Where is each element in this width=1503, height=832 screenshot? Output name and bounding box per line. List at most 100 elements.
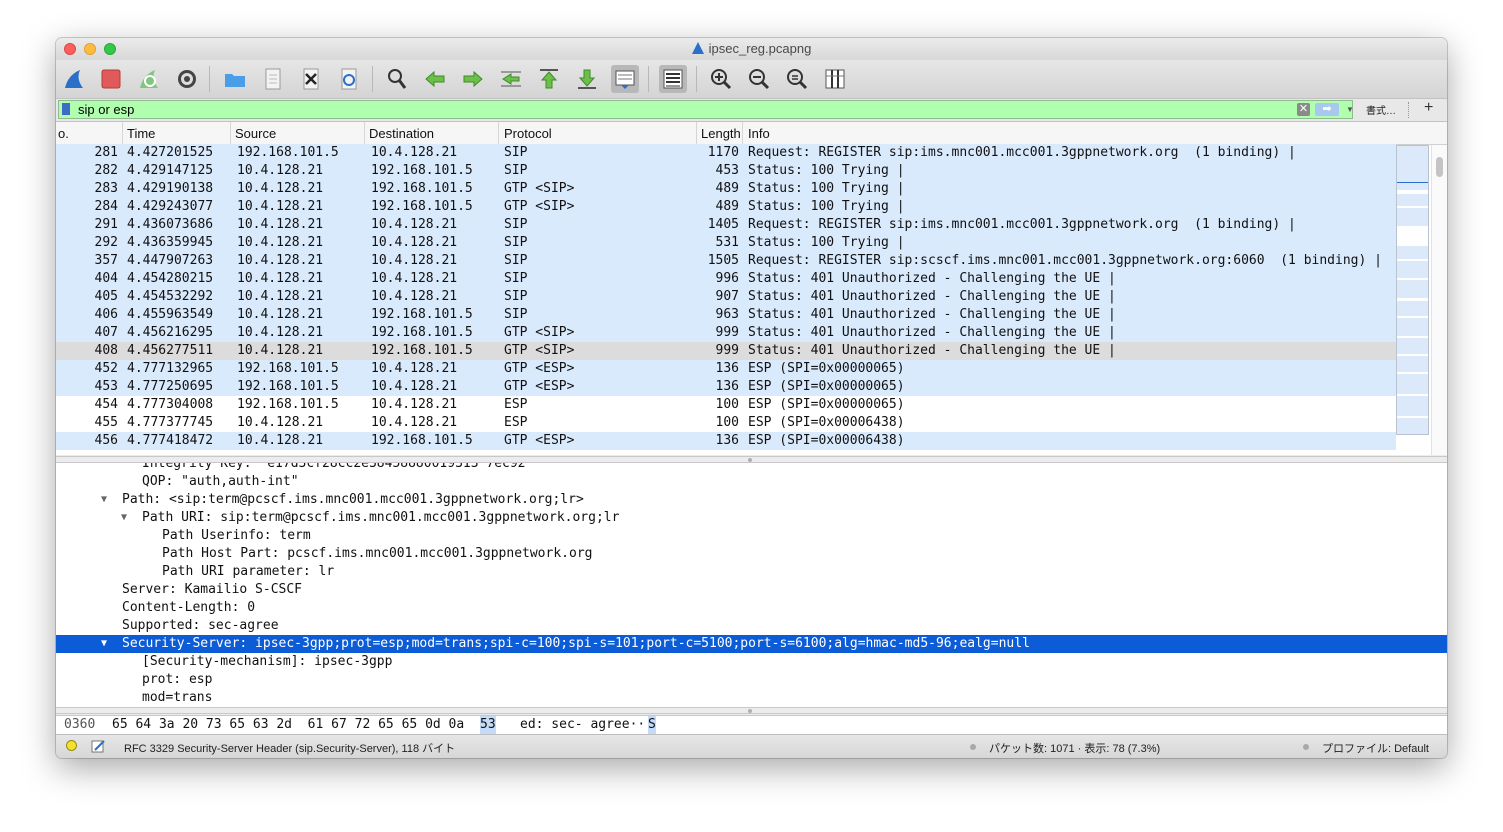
packet-row[interactable]: 357 4.447907263 10.4.128.21 10.4.128.21 SIP 1… xyxy=(56,252,1396,270)
packet-row[interactable]: 292 4.436359945 10.4.128.21 10.4.128.21 SIP 5… xyxy=(56,234,1396,252)
column-divider[interactable] xyxy=(122,122,123,144)
packet-row[interactable]: 454 4.777304008 192.168.101.5 10.4.128.21 ES… xyxy=(56,396,1396,414)
column-header-time[interactable]: Time xyxy=(127,126,155,141)
packet-destination-cell: 192.168.101.5 xyxy=(371,181,473,196)
clear-filter-button[interactable]: ✕ xyxy=(1297,103,1310,116)
packet-row[interactable]: 456 4.777418472 10.4.128.21 192.168.101.5 GT… xyxy=(56,432,1396,450)
detail-tree-row[interactable]: ▼ Security-Server: ipsec-3gpp;prot=esp;mo… xyxy=(56,635,1447,653)
packet-time-cell: 4.429243077 xyxy=(127,199,214,214)
recent-filters-dropdown[interactable]: ▼ xyxy=(1345,103,1355,116)
column-divider[interactable] xyxy=(230,122,231,144)
open-file-button[interactable] xyxy=(221,65,249,93)
column-header-info[interactable]: Info xyxy=(748,126,770,141)
packet-row[interactable]: 284 4.429243077 10.4.128.21 192.168.101.5 GT… xyxy=(56,198,1396,216)
packet-info-cell: ESP (SPI=0x00000065) xyxy=(748,361,905,376)
column-header-protocol[interactable]: Protocol xyxy=(504,126,552,141)
column-divider[interactable] xyxy=(696,122,697,144)
zoom-reset-button[interactable] xyxy=(783,65,811,93)
packet-row[interactable]: 453 4.777250695 192.168.101.5 10.4.128.21 GT… xyxy=(56,378,1396,396)
expert-info-icon[interactable] xyxy=(66,740,77,751)
detail-tree-row[interactable]: Path URI parameter: lr xyxy=(56,563,1447,581)
apply-filter-button[interactable]: ➡ xyxy=(1315,103,1339,116)
start-capture-button[interactable] xyxy=(60,65,88,93)
column-header-length[interactable]: Length xyxy=(701,126,741,141)
display-filter-input[interactable] xyxy=(78,101,1278,118)
column-header-source[interactable]: Source xyxy=(235,126,276,141)
save-file-button[interactable] xyxy=(259,65,287,93)
packet-source-cell: 10.4.128.21 xyxy=(237,289,324,304)
zoom-in-button[interactable] xyxy=(707,65,735,93)
colorize-button[interactable] xyxy=(659,65,687,93)
column-divider[interactable] xyxy=(364,122,365,144)
packet-length-cell: 999 xyxy=(715,343,739,358)
detail-tree-row[interactable]: Supported: sec-agree xyxy=(56,617,1447,635)
packet-list-scrollbar[interactable] xyxy=(1431,145,1447,455)
go-last-button[interactable] xyxy=(573,65,601,93)
packet-row[interactable]: 404 4.454280215 10.4.128.21 10.4.128.21 SIP 9… xyxy=(56,270,1396,288)
edit-comment-icon[interactable] xyxy=(91,739,105,753)
reload-file-button[interactable] xyxy=(335,65,363,93)
resize-columns-button[interactable] xyxy=(821,65,849,93)
column-divider[interactable] xyxy=(742,122,743,144)
disclosure-triangle-icon[interactable]: ▼ xyxy=(101,635,107,653)
packet-row[interactable]: 455 4.777377745 10.4.128.21 10.4.128.21 ESP 1… xyxy=(56,414,1396,432)
bookmark-icon[interactable] xyxy=(62,103,70,115)
go-forward-button[interactable] xyxy=(459,65,487,93)
scrollbar-thumb[interactable] xyxy=(1436,157,1443,177)
close-file-button[interactable] xyxy=(297,65,325,93)
capture-options-button[interactable] xyxy=(173,65,201,93)
packet-time-cell: 4.777377745 xyxy=(127,415,214,430)
pane-splitter[interactable] xyxy=(56,456,1447,463)
detail-tree-row[interactable]: ▼ Path: <sip:term@pcscf.ims.mnc001.mcc001… xyxy=(56,491,1447,509)
packet-row[interactable]: 405 4.454532292 10.4.128.21 10.4.128.21 SIP 9… xyxy=(56,288,1396,306)
detail-tree-row[interactable]: Server: Kamailio S-CSCF xyxy=(56,581,1447,599)
packet-row[interactable]: 281 4.427201525 192.168.101.5 10.4.128.21 SI… xyxy=(56,144,1396,162)
zoom-out-button[interactable] xyxy=(745,65,773,93)
main-toolbar xyxy=(56,60,1447,99)
packet-minimap[interactable] xyxy=(1396,145,1429,435)
pane-splitter[interactable] xyxy=(56,707,1447,714)
detail-tree-row[interactable]: Path Host Part: pcscf.ims.mnc001.mcc001.… xyxy=(56,545,1447,563)
find-packet-button[interactable] xyxy=(383,65,411,93)
go-to-packet-button[interactable] xyxy=(497,65,525,93)
go-back-button[interactable] xyxy=(421,65,449,93)
packet-count-text: パケット数: 1071 · 表示: 78 (7.3%) xyxy=(989,743,1161,755)
detail-tree-row[interactable]: Integrity Key: e17d3cf28cc2e384588800193… xyxy=(56,463,1447,473)
detail-tree-row[interactable]: Content-Length: 0 xyxy=(56,599,1447,617)
detail-tree-row[interactable]: [Security-mechanism]: ipsec-3gpp xyxy=(56,653,1447,671)
disclosure-triangle-icon[interactable]: ▼ xyxy=(121,509,127,527)
column-header-no[interactable]: o. xyxy=(58,126,69,141)
detail-tree-row[interactable]: mod=trans xyxy=(56,689,1447,707)
packet-time-cell: 4.455963549 xyxy=(127,307,214,322)
hex-byte-highlight[interactable]: 53 xyxy=(480,716,496,734)
packet-row[interactable]: 408 4.456277511 10.4.128.21 192.168.101.5 GT… xyxy=(56,342,1396,360)
profile-text[interactable]: プロファイル: Default xyxy=(1322,740,1429,756)
detail-tree-row[interactable]: Path Userinfo: term xyxy=(56,527,1447,545)
packet-row[interactable]: 406 4.455963549 10.4.128.21 192.168.101.5 SI… xyxy=(56,306,1396,324)
auto-scroll-button[interactable] xyxy=(611,65,639,93)
minimap-stripe xyxy=(1397,416,1428,418)
packet-row[interactable]: 452 4.777132965 192.168.101.5 10.4.128.21 GT… xyxy=(56,360,1396,378)
packet-row[interactable]: 283 4.429190138 10.4.128.21 192.168.101.5 GT… xyxy=(56,180,1396,198)
hex-ascii-highlight[interactable]: S xyxy=(648,716,656,734)
packet-protocol-cell: GTP <ESP> xyxy=(504,433,575,448)
detail-tree-row[interactable]: prot: esp xyxy=(56,671,1447,689)
restart-capture-button[interactable] xyxy=(135,65,163,93)
stop-capture-button[interactable] xyxy=(97,65,125,93)
hex-bytes[interactable]: 65 64 3a 20 73 65 63 2d 61 67 72 65 65 0… xyxy=(112,716,464,734)
packet-row[interactable]: 407 4.456216295 10.4.128.21 192.168.101.5 GT… xyxy=(56,324,1396,342)
column-header-destination[interactable]: Destination xyxy=(369,126,434,141)
detail-tree-row[interactable]: QOP: "auth,auth-int" xyxy=(56,473,1447,491)
packet-row[interactable]: 282 4.429147125 10.4.128.21 192.168.101.5 SI… xyxy=(56,162,1396,180)
disclosure-triangle-icon[interactable]: ▼ xyxy=(101,491,107,509)
detail-tree-row[interactable]: ▼ Path URI: sip:term@pcscf.ims.mnc001.mcc… xyxy=(56,509,1447,527)
add-filter-button[interactable]: + xyxy=(1424,99,1433,117)
packet-list-header: o. Time Source Destination Protocol Leng… xyxy=(56,122,1447,145)
packet-info-cell: Status: 100 Trying | xyxy=(748,181,905,196)
go-first-button[interactable] xyxy=(535,65,563,93)
expression-button[interactable]: 書式… xyxy=(1366,102,1396,117)
hex-ascii[interactable]: ed: sec- agree·· xyxy=(520,716,645,734)
arrow-right-icon: ➡ xyxy=(1322,103,1332,115)
packet-row[interactable]: 291 4.436073686 10.4.128.21 10.4.128.21 SIP 1… xyxy=(56,216,1396,234)
column-divider[interactable] xyxy=(498,122,499,144)
